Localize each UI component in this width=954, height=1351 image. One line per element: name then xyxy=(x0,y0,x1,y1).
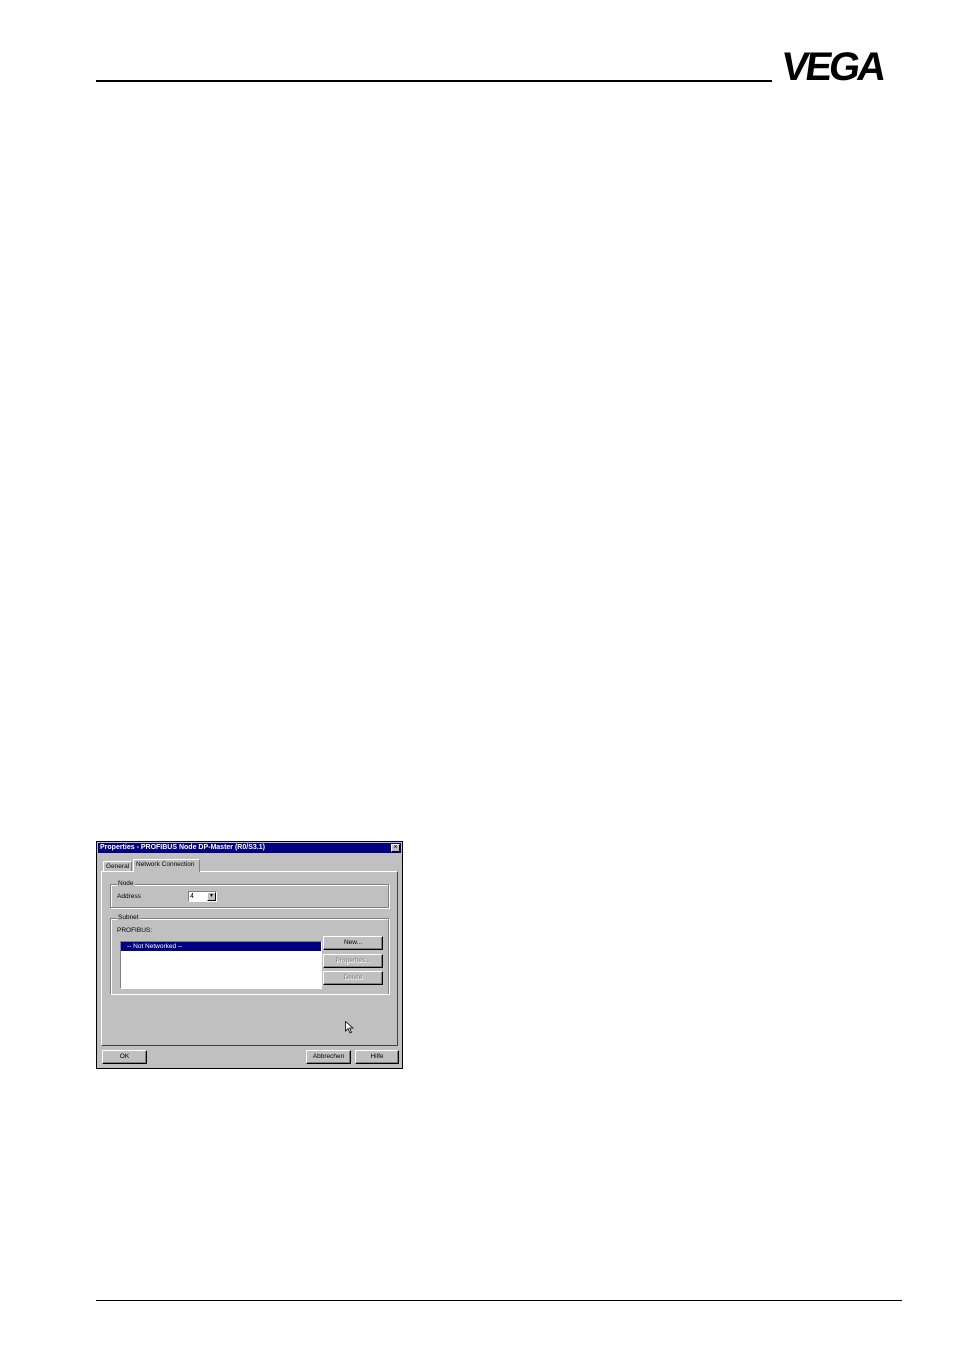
mouse-pointer-icon xyxy=(345,1021,354,1034)
address-value: 4 xyxy=(190,893,194,900)
properties-dialog: Properties - PROFIBUS Node DP-Master (R0… xyxy=(96,841,403,1069)
logo-text: VEGA xyxy=(778,45,887,89)
subnet-group-label: Subnet xyxy=(117,914,140,922)
subnet-listbox[interactable]: -- Not Networked -- xyxy=(120,941,322,989)
node-group: Node Address 4 ▾ xyxy=(110,880,389,908)
tab-network-connection[interactable]: Network Connection xyxy=(133,859,200,872)
header-rule xyxy=(96,80,772,82)
help-button[interactable]: Hilfe xyxy=(355,1050,399,1064)
close-button[interactable]: × xyxy=(391,844,400,852)
address-label: Address xyxy=(117,893,141,900)
cancel-button[interactable]: Abbrechen xyxy=(306,1050,351,1064)
new-button[interactable]: New... xyxy=(323,936,383,950)
chevron-down-icon[interactable]: ▾ xyxy=(207,892,216,901)
vega-logo: VEGA xyxy=(778,45,902,89)
delete-button[interactable]: Delete xyxy=(323,971,383,985)
close-icon: × xyxy=(393,844,398,851)
footer-rule xyxy=(96,1300,902,1301)
ok-button[interactable]: OK xyxy=(102,1050,147,1064)
dialog-titlebar: Properties - PROFIBUS Node DP-Master (R0… xyxy=(98,843,401,853)
address-combo[interactable]: 4 ▾ xyxy=(188,891,217,902)
profibus-label: PROFIBUS: xyxy=(117,927,153,934)
properties-button[interactable]: Properties... xyxy=(323,954,383,968)
dialog-title: Properties - PROFIBUS Node DP-Master (R0… xyxy=(100,844,265,851)
list-item[interactable]: -- Not Networked -- xyxy=(121,942,321,951)
node-group-label: Node xyxy=(117,880,135,888)
